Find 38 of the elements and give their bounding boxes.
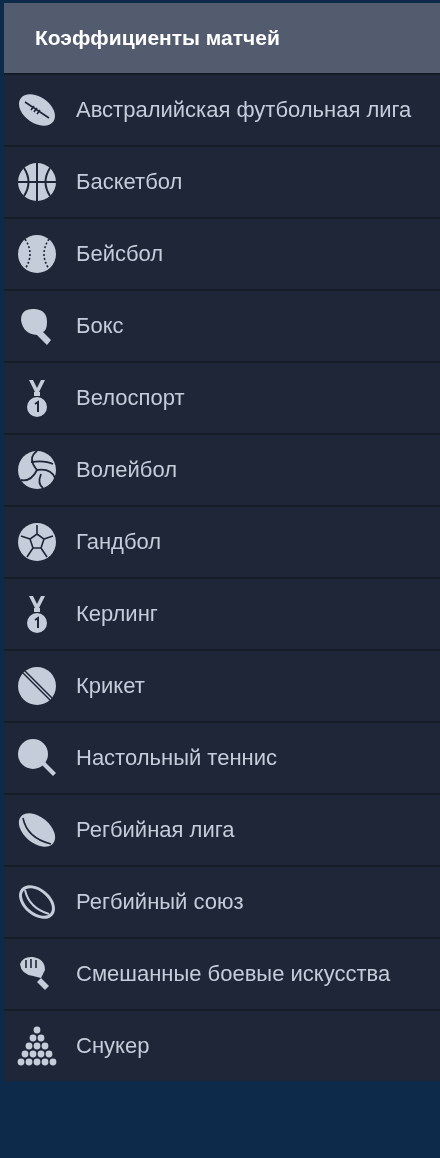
sport-label: Бокс (76, 312, 124, 340)
sport-label: Снукер (76, 1032, 150, 1060)
sport-item[interactable]: Снукер (4, 1011, 440, 1081)
sport-item[interactable]: Регбийный союз (4, 867, 440, 937)
volleyball-icon (17, 450, 57, 490)
sport-item[interactable]: Смешанные боевые искусства (4, 939, 440, 1009)
sport-item[interactable]: Бейсбол (4, 219, 440, 289)
table-tennis-paddle-icon (17, 738, 57, 778)
sport-item[interactable]: Настольный теннис (4, 723, 440, 793)
sport-label: Бейсбол (76, 240, 164, 268)
sport-label: Смешанные боевые искусства (76, 960, 391, 988)
header-title: Коэффициенты матчей (35, 25, 280, 52)
sport-label: Велоспорт (76, 384, 185, 412)
sport-label: Регбийная лига (76, 816, 235, 844)
sport-label: Настольный теннис (76, 744, 278, 772)
sport-label: Волейбол (76, 456, 177, 484)
sport-label: Австралийская футбольная лига (76, 96, 412, 124)
sport-label: Гандбол (76, 528, 162, 556)
sport-item[interactable]: Гандбол (4, 507, 440, 577)
handball-icon (17, 522, 57, 562)
cricket-ball-icon (17, 666, 57, 706)
sport-label: Крикет (76, 672, 145, 700)
sport-item[interactable]: Велоспорт (4, 363, 440, 433)
sport-item[interactable]: Регбийная лига (4, 795, 440, 865)
snooker-balls-icon (17, 1026, 57, 1066)
sport-item[interactable]: Австралийская футбольная лига (4, 75, 440, 145)
sport-item[interactable]: Крикет (4, 651, 440, 721)
rugby-ball-icon (17, 882, 57, 922)
sport-item[interactable]: Волейбол (4, 435, 440, 505)
sport-item[interactable]: Бокс (4, 291, 440, 361)
sport-label: Баскетбол (76, 168, 183, 196)
baseball-icon (17, 234, 57, 274)
sport-item[interactable]: Керлинг (4, 579, 440, 649)
rugby-ball-icon (17, 810, 57, 850)
sport-label: Регбийный союз (76, 888, 244, 916)
sport-item[interactable]: Баскетбол (4, 147, 440, 217)
sport-label: Керлинг (76, 600, 158, 628)
basketball-icon (17, 162, 57, 202)
